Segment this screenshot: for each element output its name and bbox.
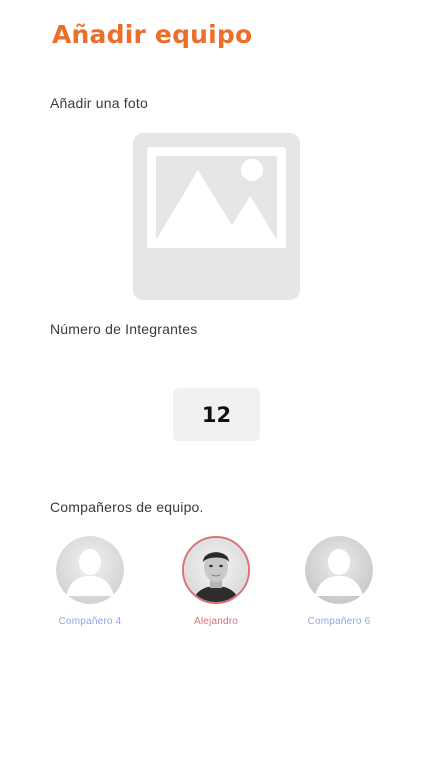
image-placeholder-icon: [147, 147, 286, 248]
team-member-4[interactable]: Compañero 4: [35, 536, 145, 627]
team-member-6[interactable]: Compañero 6: [284, 536, 394, 627]
team-member-name: Compañero 4: [58, 616, 122, 627]
default-user-icon: [305, 536, 373, 604]
add-photo-label: Añadir una foto: [50, 95, 148, 111]
members-count-field[interactable]: 12: [173, 388, 260, 441]
avatar: [182, 536, 250, 604]
default-user-icon: [56, 536, 124, 604]
add-photo-button[interactable]: [133, 133, 300, 300]
team-members-label: Compañeros de equipo.: [50, 499, 204, 515]
team-member-name: Alejandro: [193, 616, 239, 627]
team-member-alejandro[interactable]: Alejandro: [161, 536, 271, 627]
members-count-label: Número de Integrantes: [50, 321, 198, 337]
team-member-name: Compañero 6: [307, 616, 371, 627]
page-title: Añadir equipo: [52, 20, 253, 49]
